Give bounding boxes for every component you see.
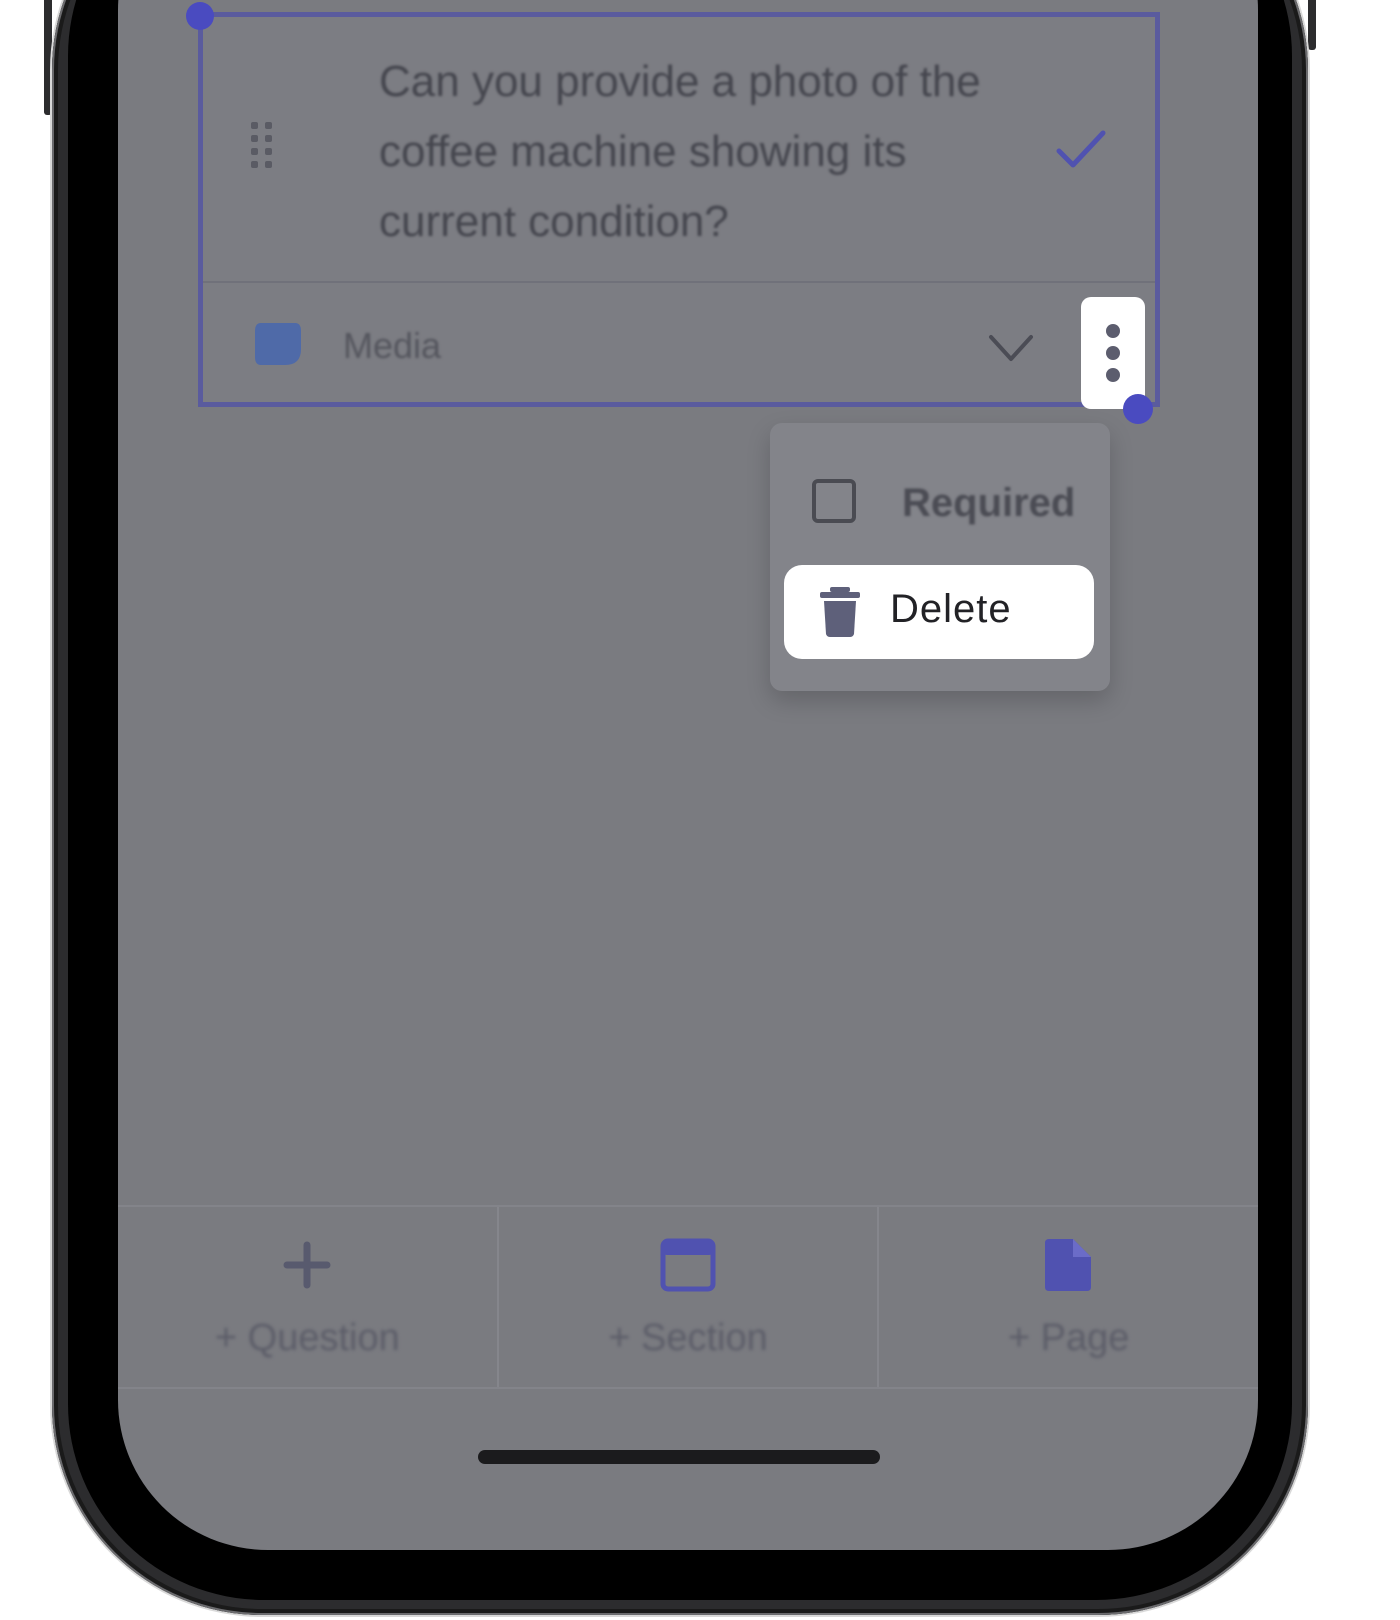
add-question-button[interactable]: + Question xyxy=(118,1207,499,1387)
page-icon xyxy=(1044,1239,1091,1291)
bottom-toolbar: + Question + Section + Page xyxy=(118,1205,1258,1389)
add-page-button[interactable]: + Page xyxy=(879,1207,1258,1387)
required-checkbox[interactable] xyxy=(812,479,856,523)
media-icon xyxy=(255,323,301,365)
add-page-label: + Page xyxy=(1007,1317,1130,1359)
more-vertical-icon[interactable] xyxy=(1081,297,1145,409)
selection-handle[interactable] xyxy=(186,2,214,30)
required-label: Required xyxy=(902,481,1076,525)
question-card[interactable]: Can you provide a photo of the coffee ma… xyxy=(198,12,1160,407)
question-text[interactable]: Can you provide a photo of the coffee ma… xyxy=(379,47,1019,257)
required-toggle[interactable]: Required xyxy=(812,475,1102,535)
selection-handle[interactable] xyxy=(1123,394,1153,424)
delete-label: Delete xyxy=(890,587,1012,631)
question-options-menu: Required Delete xyxy=(770,423,1110,691)
home-indicator[interactable] xyxy=(478,1450,880,1464)
phone-screen: Can you provide a photo of the coffee ma… xyxy=(118,0,1258,1550)
phone-side-button-right xyxy=(1308,0,1316,50)
add-section-label: + Section xyxy=(608,1317,768,1359)
check-icon[interactable] xyxy=(1055,127,1107,171)
plus-icon xyxy=(283,1241,331,1289)
card-divider xyxy=(203,281,1155,283)
trash-icon xyxy=(820,587,860,637)
phone-side-button-left xyxy=(44,0,52,115)
add-question-label: + Question xyxy=(214,1317,400,1359)
chevron-down-icon[interactable] xyxy=(987,331,1035,365)
add-section-button[interactable]: + Section xyxy=(499,1207,880,1387)
question-type-label[interactable]: Media xyxy=(343,325,441,367)
delete-button[interactable]: Delete xyxy=(784,565,1094,659)
drag-handle-icon[interactable] xyxy=(251,122,291,182)
section-icon xyxy=(660,1238,716,1292)
